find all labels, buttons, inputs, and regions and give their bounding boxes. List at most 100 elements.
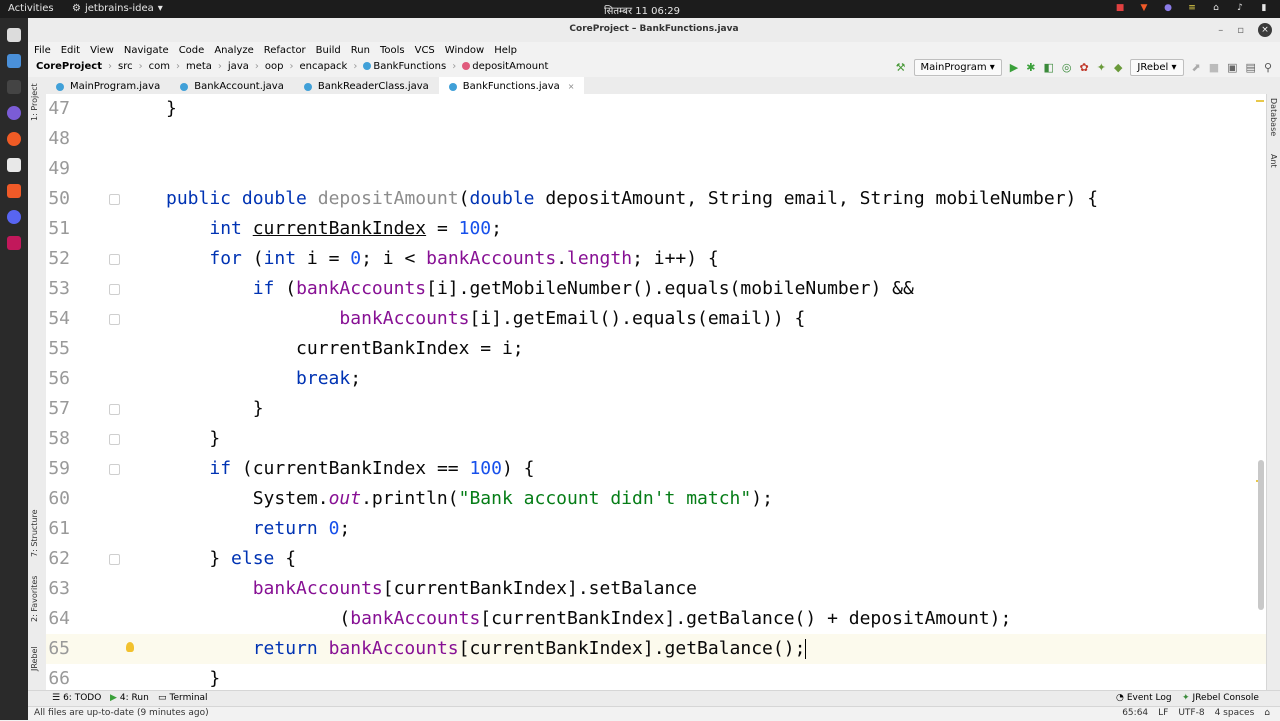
camera-icon[interactable]: ■ <box>1114 2 1126 14</box>
fold-marker[interactable] <box>109 434 120 445</box>
close-icon[interactable]: × <box>1258 23 1272 37</box>
jrebel-select[interactable]: JRebel ▾ <box>1130 59 1184 76</box>
editor-icon[interactable] <box>7 54 21 68</box>
stop-icon[interactable]: ■ <box>1209 60 1219 76</box>
breadcrumb-oop[interactable]: oop <box>265 61 284 72</box>
status-message[interactable]: All files are up-to-date (9 minutes ago) <box>34 708 209 718</box>
menu-refactor[interactable]: Refactor <box>264 45 306 56</box>
notes-icon[interactable]: ≡ <box>1186 2 1198 14</box>
fold-marker[interactable] <box>109 404 120 415</box>
fold-marker[interactable] <box>109 464 120 475</box>
menu-navigate[interactable]: Navigate <box>124 45 169 56</box>
jrebel-arrow-icon[interactable]: ⬈ <box>1192 60 1201 76</box>
search-icon[interactable]: ⚲ <box>1264 60 1272 76</box>
fold-marker[interactable] <box>109 254 120 265</box>
fold-marker[interactable] <box>109 194 120 205</box>
terminal-tool-tab[interactable]: ▭ Terminal <box>158 693 208 703</box>
jrebel-tool-tab[interactable]: JRebel <box>30 646 39 671</box>
breadcrumb-src[interactable]: src <box>118 61 133 72</box>
lock-icon[interactable]: ⌂ <box>1264 708 1270 718</box>
tab-bankreaderclass[interactable]: BankReaderClass.java <box>294 77 439 94</box>
line-number: 54 <box>48 308 70 329</box>
coverage-icon[interactable]: ◧ <box>1043 60 1053 76</box>
jrebel-run-icon[interactable]: ✿ <box>1080 60 1089 76</box>
menu-tools[interactable]: Tools <box>380 45 405 56</box>
battery-icon[interactable]: ▮ <box>1258 2 1270 14</box>
breadcrumb-method[interactable]: depositAmount <box>462 61 548 72</box>
minimize-icon[interactable]: – <box>1218 25 1223 36</box>
token: double <box>241 188 307 209</box>
intellij-dock-icon[interactable] <box>7 236 21 250</box>
jrebel-console-tool-tab[interactable]: ✦ JRebel Console <box>1182 693 1259 703</box>
project-tool-tab[interactable]: 1: Project <box>30 83 39 121</box>
event-log-tool-tab[interactable]: ◔ Event Log <box>1116 693 1172 703</box>
discord-icon[interactable]: ● <box>1162 2 1174 14</box>
volume-icon[interactable]: ♪ <box>1234 2 1246 14</box>
jrebel-update-icon[interactable]: ◆ <box>1114 60 1122 76</box>
clock[interactable]: सितम्बर 11 06:29 <box>604 3 680 17</box>
maximize-icon[interactable]: ▫ <box>1237 25 1244 36</box>
database-tool-tab[interactable]: Database <box>1269 98 1278 136</box>
menu-code[interactable]: Code <box>179 45 205 56</box>
todo-tool-tab[interactable]: ☰ 6: TODO <box>52 693 101 703</box>
menu-analyze[interactable]: Analyze <box>214 45 253 56</box>
token: [currentBankIndex].getBalance() + deposi… <box>480 608 1012 629</box>
menu-vcs[interactable]: VCS <box>415 45 435 56</box>
indent-setting[interactable]: 4 spaces <box>1215 708 1255 718</box>
close-tab-icon[interactable]: × <box>568 82 575 91</box>
brave-icon[interactable]: ▼ <box>1138 2 1150 14</box>
jrebel-console-label: JRebel Console <box>1192 693 1259 703</box>
profile-icon[interactable]: ◎ <box>1062 60 1072 76</box>
fold-marker[interactable] <box>109 314 120 325</box>
breadcrumb-meta[interactable]: meta <box>186 61 212 72</box>
terminal-icon[interactable] <box>7 80 21 94</box>
tab-bankaccount[interactable]: BankAccount.java <box>170 77 294 94</box>
line-separator[interactable]: LF <box>1158 708 1168 718</box>
fold-marker[interactable] <box>109 284 120 295</box>
menu-window[interactable]: Window <box>445 45 484 56</box>
breadcrumb-encapack[interactable]: encapack <box>299 61 347 72</box>
breadcrumb-project[interactable]: CoreProject <box>36 61 102 72</box>
structure-tool-tab[interactable]: 7: Structure <box>30 509 39 557</box>
code-editor[interactable]: 47} 48 49 50 public double depositAmount(… <box>46 94 1266 690</box>
breadcrumb-java[interactable]: java <box>228 61 249 72</box>
discord-dock-icon[interactable] <box>7 210 21 224</box>
text-editor-icon[interactable] <box>7 158 21 172</box>
activities-button[interactable]: Activities <box>8 3 54 14</box>
postman-icon[interactable] <box>7 132 21 146</box>
project-structure-icon[interactable]: ▣ <box>1227 60 1237 76</box>
build-hammer-icon[interactable]: ⚒ <box>896 60 906 76</box>
breadcrumb-com[interactable]: com <box>149 61 170 72</box>
caret-position[interactable]: 65:64 <box>1122 708 1148 718</box>
viber-icon[interactable] <box>7 106 21 120</box>
network-icon[interactable]: ⌂ <box>1210 2 1222 14</box>
jrebel-debug-icon[interactable]: ✦ <box>1097 60 1106 76</box>
menu-edit[interactable]: Edit <box>61 45 80 56</box>
fold-marker[interactable] <box>109 554 120 565</box>
run-tool-tab[interactable]: ▶ 4: Run <box>110 693 149 703</box>
warning-marker[interactable] <box>1256 100 1264 102</box>
file-encoding[interactable]: UTF-8 <box>1178 708 1204 718</box>
menu-view[interactable]: View <box>90 45 114 56</box>
files-icon[interactable] <box>7 28 21 42</box>
favorites-tool-tab[interactable]: 2: Favorites <box>30 576 39 622</box>
menu-file[interactable]: File <box>34 45 51 56</box>
run-icon[interactable]: ▶ <box>1010 60 1018 76</box>
breadcrumb-class[interactable]: BankFunctions <box>363 61 446 72</box>
debug-icon[interactable]: ✱ <box>1026 60 1035 76</box>
run-config-select[interactable]: MainProgram ▾ <box>913 59 1002 76</box>
ant-tool-tab[interactable]: Ant <box>1269 154 1278 168</box>
line-code: for (int i = 0; i < bankAccounts.length;… <box>166 244 718 274</box>
line-number: 51 <box>48 218 70 239</box>
menu-help[interactable]: Help <box>494 45 517 56</box>
current-code-line: 65 return bankAccounts[currentBankIndex]… <box>46 634 1266 664</box>
vertical-scrollbar[interactable] <box>1258 460 1264 610</box>
code-line: 52 for (int i = 0; i < bankAccounts.leng… <box>46 244 1266 274</box>
layout-icon[interactable]: ▤ <box>1246 60 1256 76</box>
brave-dock-icon[interactable] <box>7 184 21 198</box>
app-menu[interactable]: ⚙ jetbrains-idea ▾ <box>72 3 163 14</box>
tab-mainprogram[interactable]: MainProgram.java <box>46 77 170 94</box>
menu-build[interactable]: Build <box>316 45 341 56</box>
lightbulb-icon[interactable] <box>126 642 134 652</box>
menu-run[interactable]: Run <box>351 45 370 56</box>
